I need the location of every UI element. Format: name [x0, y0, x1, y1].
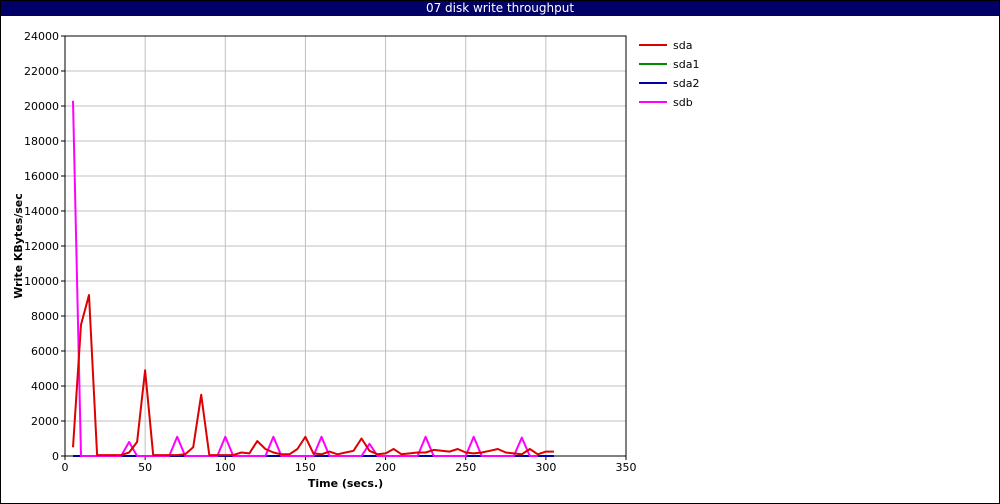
y-tick-label: 24000 [24, 30, 59, 43]
chart-svg: 0 50 100 150 200 250 300 350 0 2000 4000 6000 8000 10… [12, 30, 699, 490]
x-tick-label: 150 [295, 461, 316, 474]
y-tick-label: 12000 [24, 240, 59, 253]
x-tick-label: 250 [455, 461, 476, 474]
y-tick-label: 16000 [24, 170, 59, 183]
legend: sda sda1 sda2 sdb [639, 39, 699, 109]
y-tick-label: 22000 [24, 65, 59, 78]
x-tick-label: 100 [215, 461, 236, 474]
y-tick-label: 8000 [31, 310, 59, 323]
x-tick-label: 0 [62, 461, 69, 474]
x-tick-label: 50 [138, 461, 152, 474]
chart-window: 07 disk write throughput 0 50 100 150 200 250… [0, 0, 1000, 504]
y-axis-label: Write KBytes/sec [12, 193, 25, 299]
y-tick-label: 0 [52, 450, 59, 463]
legend-label-sda1: sda1 [673, 58, 699, 71]
legend-label-sda2: sda2 [673, 77, 699, 90]
grid-lines [65, 36, 626, 456]
y-tick-label: 14000 [24, 205, 59, 218]
legend-label-sda: sda [673, 39, 692, 52]
y-tick-label: 10000 [24, 275, 59, 288]
y-tick-label: 20000 [24, 100, 59, 113]
x-axis-label: Time (secs.) [308, 477, 383, 490]
x-tick-label: 200 [375, 461, 396, 474]
axis-ticks: 0 50 100 150 200 250 300 350 0 2000 4000 6000 8000 10… [24, 30, 637, 474]
y-tick-label: 6000 [31, 345, 59, 358]
y-tick-label: 4000 [31, 380, 59, 393]
legend-label-sdb: sdb [673, 96, 693, 109]
x-tick-label: 350 [616, 461, 637, 474]
y-tick-label: 2000 [31, 415, 59, 428]
x-tick-label: 300 [535, 461, 556, 474]
y-tick-label: 18000 [24, 135, 59, 148]
